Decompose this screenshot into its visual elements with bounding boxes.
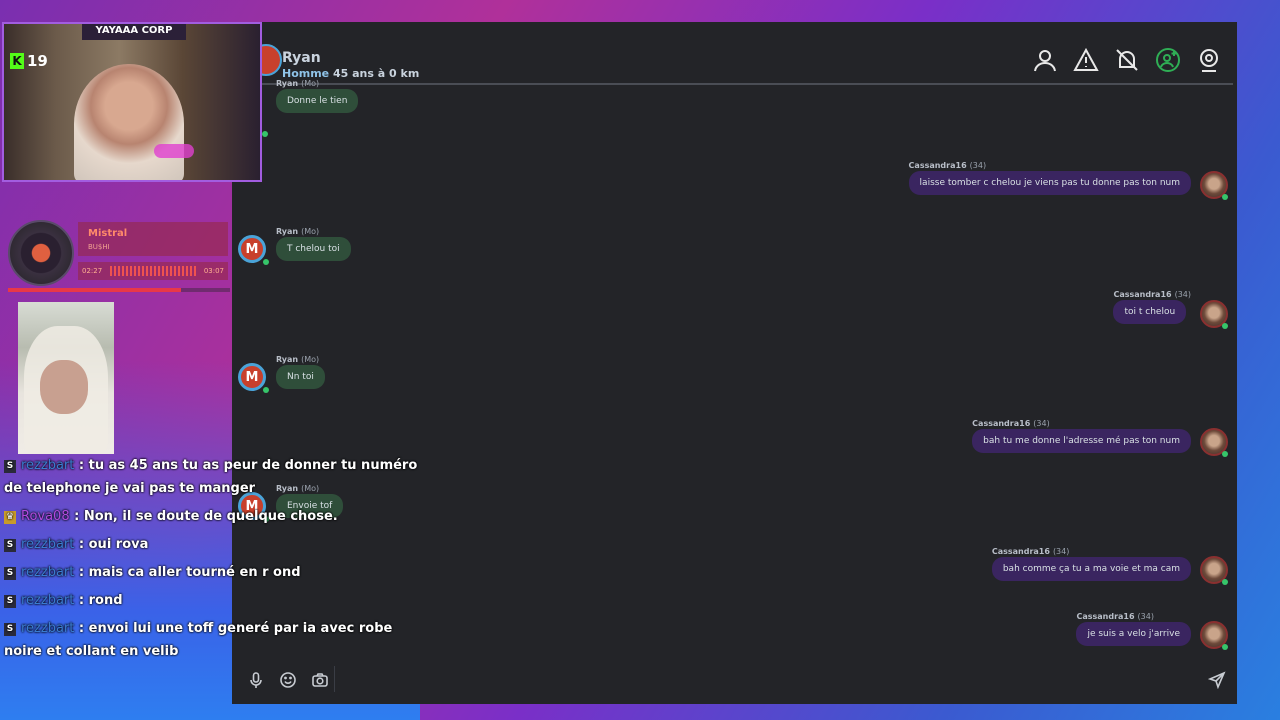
track-artist: BU$HI: [88, 243, 110, 251]
kick-logo-icon: K: [10, 53, 24, 69]
chat-header: Ryan Homme 45 ans à 0 km: [232, 22, 1237, 85]
message-bubble: Donne le tien: [276, 89, 359, 113]
waveform: [110, 266, 196, 276]
chat-username[interactable]: rezzbart: [21, 593, 74, 608]
message-item: Ryan (Mo) T chelou toi: [276, 227, 351, 261]
message-bubble: bah comme ça tu a ma voie et ma cam: [991, 557, 1191, 581]
message-item: Cassandra16 (34) bah comme ça tu a ma voi…: [991, 547, 1191, 581]
streamer-webcam: YAYAAA CORP K 19: [2, 22, 262, 182]
message-meta: Cassandra16 (34): [1076, 612, 1154, 621]
track-card: Mistral BU$HI: [78, 222, 228, 256]
sub-badge-icon: S: [4, 595, 16, 608]
track-progress-fill: [8, 288, 182, 292]
online-dot: [1222, 644, 1228, 650]
chat-line: Srezzbart : mais ca aller tourné en r on…: [4, 561, 424, 584]
pink-light: [154, 144, 194, 158]
chat-text: : mais ca aller tourné en r ond: [78, 565, 301, 580]
album-disc-icon: [8, 220, 74, 286]
chat-username[interactable]: rezzbart: [21, 621, 74, 636]
message-meta: Cassandra16 (34): [908, 161, 987, 170]
stream-chat: Srezzbart : tu as 45 ans tu as peur de d…: [4, 454, 424, 668]
add-friend-icon[interactable]: [1154, 46, 1182, 74]
webcam-title: YAYAAA CORP: [82, 24, 186, 40]
profile-icon[interactable]: [1031, 46, 1059, 74]
track-timeline: 02:27 03:07: [78, 262, 228, 280]
elapsed-time: 02:27: [82, 267, 103, 275]
emoji-icon[interactable]: [278, 670, 298, 690]
avatar[interactable]: M: [238, 363, 266, 391]
message-bubble: je suis a velo j'arrive: [1076, 622, 1191, 646]
message-meta: Cassandra16 (34): [991, 547, 1070, 556]
message-meta: Ryan (Mo): [276, 79, 320, 88]
chat-line: Srezzbart : envoi lui une toff generé pa…: [4, 617, 424, 663]
microphone-icon[interactable]: [246, 670, 266, 690]
sub-badge-icon: S: [4, 623, 16, 636]
message-composer: [232, 662, 1237, 704]
viewer-counter: K 19: [10, 52, 48, 70]
message-item: Cassandra16 (34) bah tu me donne l'adress…: [972, 419, 1191, 453]
message-bubble: Nn toi: [276, 365, 325, 389]
webcam-icon[interactable]: [1195, 46, 1223, 74]
now-playing-widget: Mistral BU$HI 02:27 03:07: [8, 220, 230, 298]
message-item: Cassandra16 (34) laisse tomber c chelou j…: [908, 161, 1191, 195]
message-item: Ryan (Mo) Donne le tien: [276, 79, 359, 113]
online-dot: [1222, 451, 1228, 457]
chat-line: ♛ Rova08 : Non, il se doute de quelque ch…: [4, 505, 424, 528]
chat-username[interactable]: rezzbart: [21, 565, 74, 580]
online-dot: [262, 131, 268, 137]
camera-icon[interactable]: [310, 670, 330, 690]
online-dot: [263, 387, 269, 393]
chat-line: Srezzbart : rond: [4, 589, 424, 612]
sub-badge-icon: S: [4, 567, 16, 580]
chat-text: : rond: [78, 593, 123, 608]
chat-username[interactable]: rezzbart: [21, 537, 74, 552]
message-bubble: bah tu me donne l'adresse mé pas ton num: [972, 429, 1191, 453]
message-item: Cassandra16 (34) je suis a velo j'arrive: [1076, 612, 1191, 646]
message-bubble: T chelou toi: [276, 237, 351, 261]
viewer-count: 19: [27, 52, 48, 70]
chat-line: Srezzbart : oui rova: [4, 533, 424, 556]
partner-face: [40, 360, 88, 414]
online-dot: [1222, 194, 1228, 200]
send-icon[interactable]: [1207, 670, 1227, 690]
message-item: Ryan (Mo) Nn toi: [276, 355, 325, 389]
partner-webcam: [18, 302, 114, 454]
contact-name[interactable]: Ryan: [282, 50, 321, 66]
message-bubble: laisse tomber c chelou je viens pas tu d…: [908, 171, 1191, 195]
track-title: Mistral: [88, 228, 128, 239]
header-actions: [1031, 46, 1223, 74]
crown-badge-icon: ♛: [4, 511, 16, 524]
streamer-figure: [74, 64, 184, 180]
chat-line: Srezzbart : tu as 45 ans tu as peur de d…: [4, 454, 424, 500]
chat-text: : Non, il se doute de quelque chose.: [74, 509, 338, 524]
total-time: 03:07: [203, 267, 224, 275]
block-icon[interactable]: [1113, 46, 1141, 74]
message-meta: Cassandra16 (34): [972, 419, 1050, 428]
online-dot: [1222, 323, 1228, 329]
chat-username[interactable]: rezzbart: [21, 458, 74, 473]
chat-username[interactable]: Rova08: [21, 509, 70, 524]
composer-divider: [334, 666, 335, 692]
message-meta: Ryan (Mo): [276, 355, 320, 364]
message-meta: Cassandra16 (34): [1113, 290, 1191, 299]
message-bubble: toi t chelou: [1113, 300, 1187, 324]
track-progress-bar: [8, 288, 230, 292]
report-icon[interactable]: [1072, 46, 1100, 74]
online-dot: [1222, 579, 1228, 585]
chat-text: : oui rova: [78, 537, 149, 552]
message-item: Cassandra16 (34) toi t chelou: [1113, 290, 1191, 324]
online-dot: [263, 259, 269, 265]
avatar[interactable]: M: [238, 235, 266, 263]
message-meta: Ryan (Mo): [276, 227, 320, 236]
sub-badge-icon: S: [4, 460, 16, 473]
sub-badge-icon: S: [4, 539, 16, 552]
